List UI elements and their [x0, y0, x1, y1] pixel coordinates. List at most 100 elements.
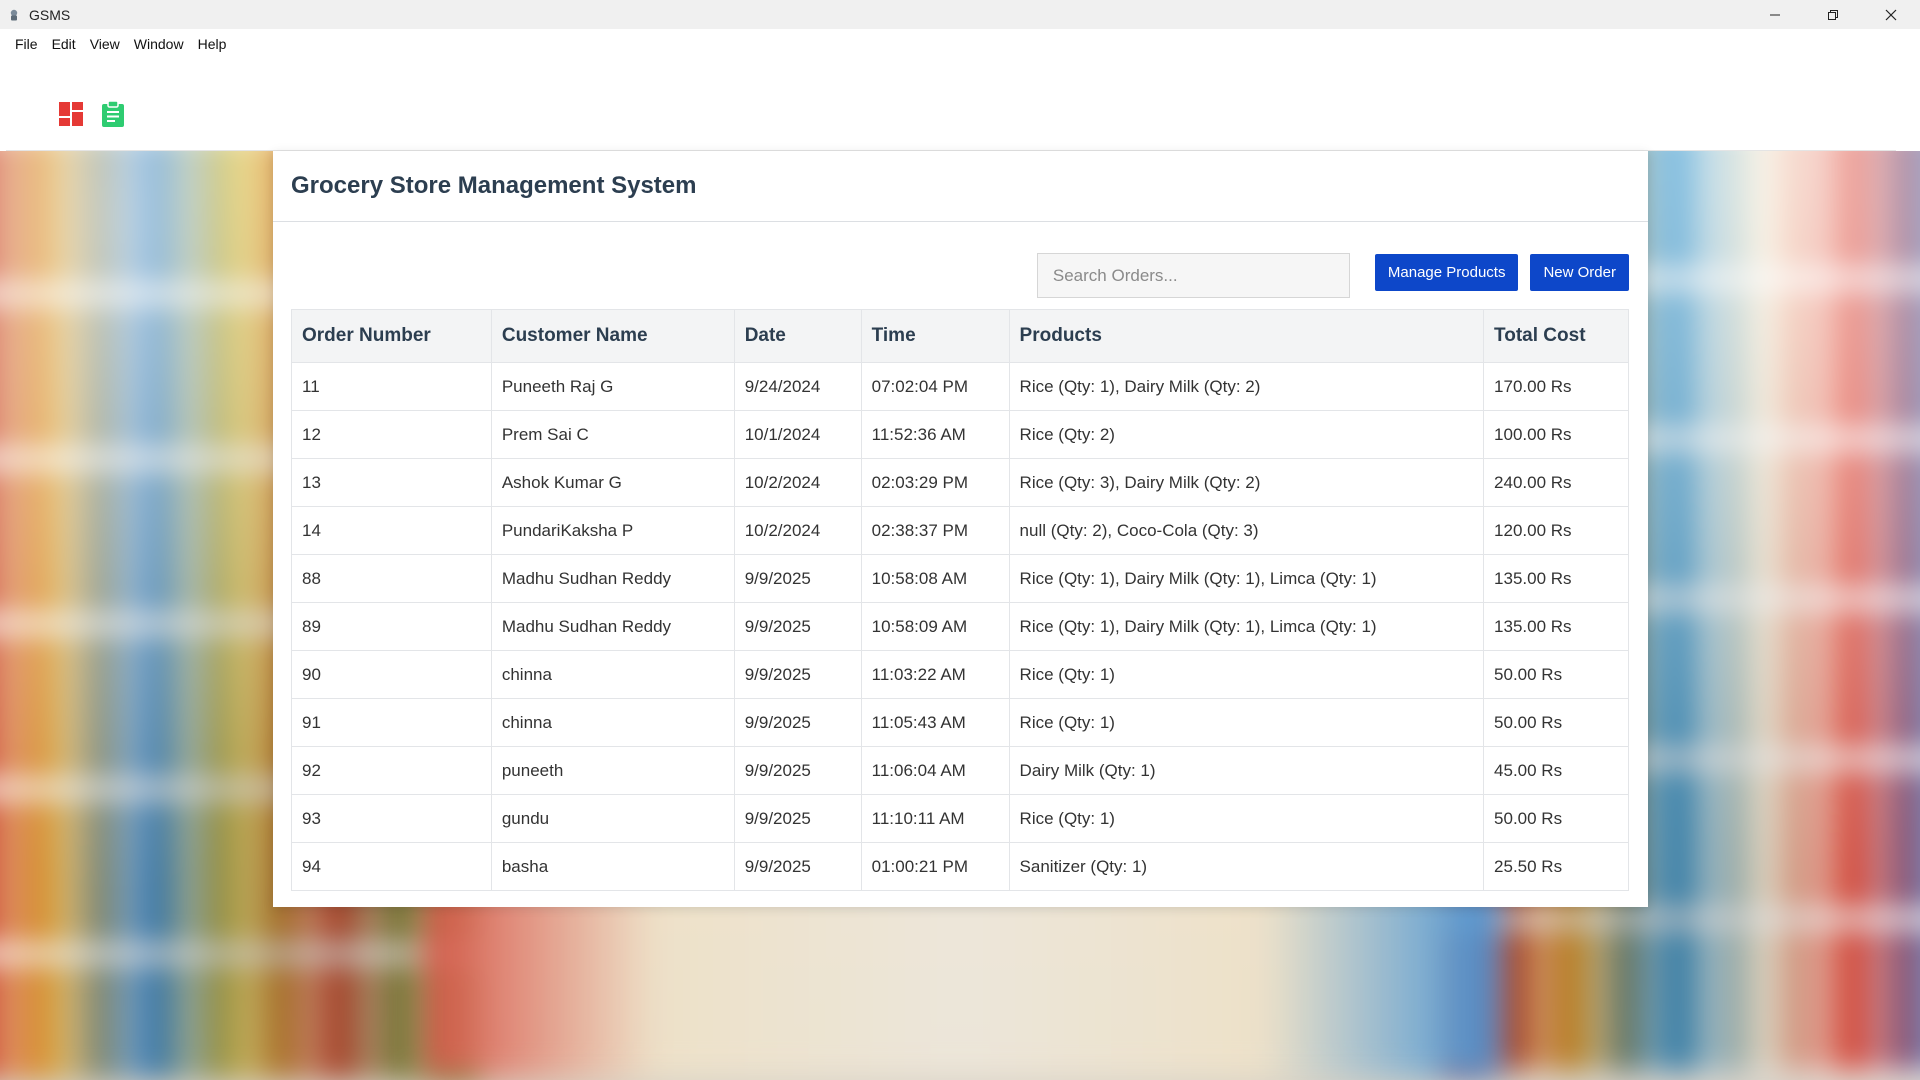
cell-products: Rice (Qty: 1), Dairy Milk (Qty: 1), Limc… — [1008, 554, 1485, 603]
cell-customer-name: gundu — [490, 794, 735, 843]
minimize-icon — [1770, 14, 1780, 15]
table-row[interactable]: 13 Ashok Kumar G 10/2/2024 02:03:29 PM R… — [291, 458, 1629, 507]
table-row[interactable]: 93 gundu 9/9/2025 11:10:11 AM Rice (Qty:… — [291, 794, 1629, 843]
table-row[interactable]: 89 Madhu Sudhan Reddy 9/9/2025 10:58:09 … — [291, 602, 1629, 651]
cell-date: 10/1/2024 — [733, 410, 862, 459]
window-title: GSMS — [29, 6, 71, 23]
menu-file[interactable]: File — [8, 36, 45, 52]
column-header-order-number[interactable]: Order Number — [291, 309, 492, 363]
column-header-total-cost[interactable]: Total Cost — [1483, 309, 1629, 363]
table-row[interactable]: 11 Puneeth Raj G 9/24/2024 07:02:04 PM R… — [291, 362, 1629, 411]
menu-view[interactable]: View — [83, 36, 127, 52]
cell-total-cost: 120.00 Rs — [1483, 506, 1629, 555]
cell-total-cost: 135.00 Rs — [1483, 554, 1629, 603]
aisle-floor-blur — [420, 880, 1500, 1080]
cell-total-cost: 25.50 Rs — [1483, 842, 1629, 891]
cell-customer-name: Madhu Sudhan Reddy — [490, 602, 735, 651]
cell-total-cost: 170.00 Rs — [1483, 362, 1629, 411]
cell-date: 9/24/2024 — [733, 362, 862, 411]
cell-customer-name: Ashok Kumar G — [490, 458, 735, 507]
cell-date: 9/9/2025 — [733, 794, 862, 843]
cell-products: Dairy Milk (Qty: 1) — [1008, 746, 1485, 795]
cell-order-number: 90 — [291, 650, 492, 699]
cell-customer-name: PundariKaksha P — [490, 506, 735, 555]
cell-order-number: 89 — [291, 602, 492, 651]
restore-button[interactable] — [1804, 0, 1862, 29]
search-orders-input[interactable] — [1036, 253, 1350, 298]
cell-time: 11:52:36 AM — [860, 410, 1010, 459]
column-header-customer-name[interactable]: Customer Name — [490, 309, 735, 363]
actions-bar: Manage Products New Order — [1036, 247, 1629, 298]
cell-date: 10/2/2024 — [733, 506, 862, 555]
cell-date: 10/2/2024 — [733, 458, 862, 507]
manage-products-button[interactable]: Manage Products — [1374, 254, 1519, 291]
cell-total-cost: 45.00 Rs — [1483, 746, 1629, 795]
cell-products: Rice (Qty: 1), Dairy Milk (Qty: 2) — [1008, 362, 1485, 411]
menu-help[interactable]: Help — [191, 36, 234, 52]
orders-table: Order Number Customer Name Date Time Pro… — [291, 309, 1629, 891]
cell-products: Rice (Qty: 3), Dairy Milk (Qty: 2) — [1008, 458, 1485, 507]
cell-time: 02:03:29 PM — [860, 458, 1010, 507]
cell-total-cost: 50.00 Rs — [1483, 794, 1629, 843]
cell-time: 02:38:37 PM — [860, 506, 1010, 555]
cell-order-number: 11 — [291, 362, 492, 411]
orders-card: Grocery Store Management System Manage P… — [273, 151, 1648, 907]
cell-products: Rice (Qty: 1), Dairy Milk (Qty: 1), Limc… — [1008, 602, 1485, 651]
orders-table-container: Order Number Customer Name Date Time Pro… — [291, 309, 1629, 891]
cell-time: 11:05:43 AM — [860, 698, 1010, 747]
cell-total-cost: 100.00 Rs — [1483, 410, 1629, 459]
cell-products: Rice (Qty: 2) — [1008, 410, 1485, 459]
table-row[interactable]: 14 PundariKaksha P 10/2/2024 02:38:37 PM… — [291, 506, 1629, 555]
cell-order-number: 88 — [291, 554, 492, 603]
cell-date: 9/9/2025 — [733, 746, 862, 795]
cell-customer-name: Prem Sai C — [490, 410, 735, 459]
window-title-bar: GSMS — [0, 0, 1920, 29]
dashboard-icon[interactable] — [58, 101, 84, 127]
cell-order-number: 91 — [291, 698, 492, 747]
cell-date: 9/9/2025 — [733, 650, 862, 699]
restore-icon — [1828, 9, 1838, 20]
cell-time: 10:58:08 AM — [860, 554, 1010, 603]
card-header: Grocery Store Management System — [273, 151, 1648, 222]
minimize-button[interactable] — [1746, 0, 1804, 29]
cell-customer-name: Puneeth Raj G — [490, 362, 735, 411]
cell-products: Rice (Qty: 1) — [1008, 650, 1485, 699]
cell-date: 9/9/2025 — [733, 698, 862, 747]
cell-order-number: 93 — [291, 794, 492, 843]
cell-order-number: 13 — [291, 458, 492, 507]
new-order-button[interactable]: New Order — [1530, 254, 1629, 291]
cell-time: 11:06:04 AM — [860, 746, 1010, 795]
table-row[interactable]: 88 Madhu Sudhan Reddy 9/9/2025 10:58:08 … — [291, 554, 1629, 603]
table-header-row: Order Number Customer Name Date Time Pro… — [291, 309, 1629, 363]
cell-total-cost: 50.00 Rs — [1483, 650, 1629, 699]
menu-edit[interactable]: Edit — [45, 36, 83, 52]
cell-customer-name: basha — [490, 842, 735, 891]
close-button[interactable] — [1862, 0, 1920, 29]
table-row[interactable]: 90 chinna 9/9/2025 11:03:22 AM Rice (Qty… — [291, 650, 1629, 699]
cell-order-number: 14 — [291, 506, 492, 555]
cell-customer-name: Madhu Sudhan Reddy — [490, 554, 735, 603]
table-row[interactable]: 92 puneeth 9/9/2025 11:06:04 AM Dairy Mi… — [291, 746, 1629, 795]
cell-products: null (Qty: 2), Coco-Cola (Qty: 3) — [1008, 506, 1485, 555]
cell-products: Sanitizer (Qty: 1) — [1008, 842, 1485, 891]
column-header-date[interactable]: Date — [733, 309, 862, 363]
cell-date: 9/9/2025 — [733, 554, 862, 603]
table-row[interactable]: 94 basha 9/9/2025 01:00:21 PM Sanitizer … — [291, 842, 1629, 891]
menu-window[interactable]: Window — [127, 36, 191, 52]
cell-order-number: 12 — [291, 410, 492, 459]
cell-time: 07:02:04 PM — [860, 362, 1010, 411]
menu-bar: File Edit View Window Help — [0, 29, 1920, 59]
table-row[interactable]: 91 chinna 9/9/2025 11:05:43 AM Rice (Qty… — [291, 698, 1629, 747]
table-row[interactable]: 12 Prem Sai C 10/1/2024 11:52:36 AM Rice… — [291, 410, 1629, 459]
cell-order-number: 94 — [291, 842, 492, 891]
cell-time: 11:10:11 AM — [860, 794, 1010, 843]
cell-products: Rice (Qty: 1) — [1008, 698, 1485, 747]
column-header-products[interactable]: Products — [1008, 309, 1485, 363]
cell-products: Rice (Qty: 1) — [1008, 794, 1485, 843]
orders-clipboard-icon[interactable] — [100, 100, 126, 127]
cell-total-cost: 135.00 Rs — [1483, 602, 1629, 651]
cell-time: 10:58:09 AM — [860, 602, 1010, 651]
cell-time: 11:03:22 AM — [860, 650, 1010, 699]
cell-customer-name: puneeth — [490, 746, 735, 795]
column-header-time[interactable]: Time — [860, 309, 1010, 363]
